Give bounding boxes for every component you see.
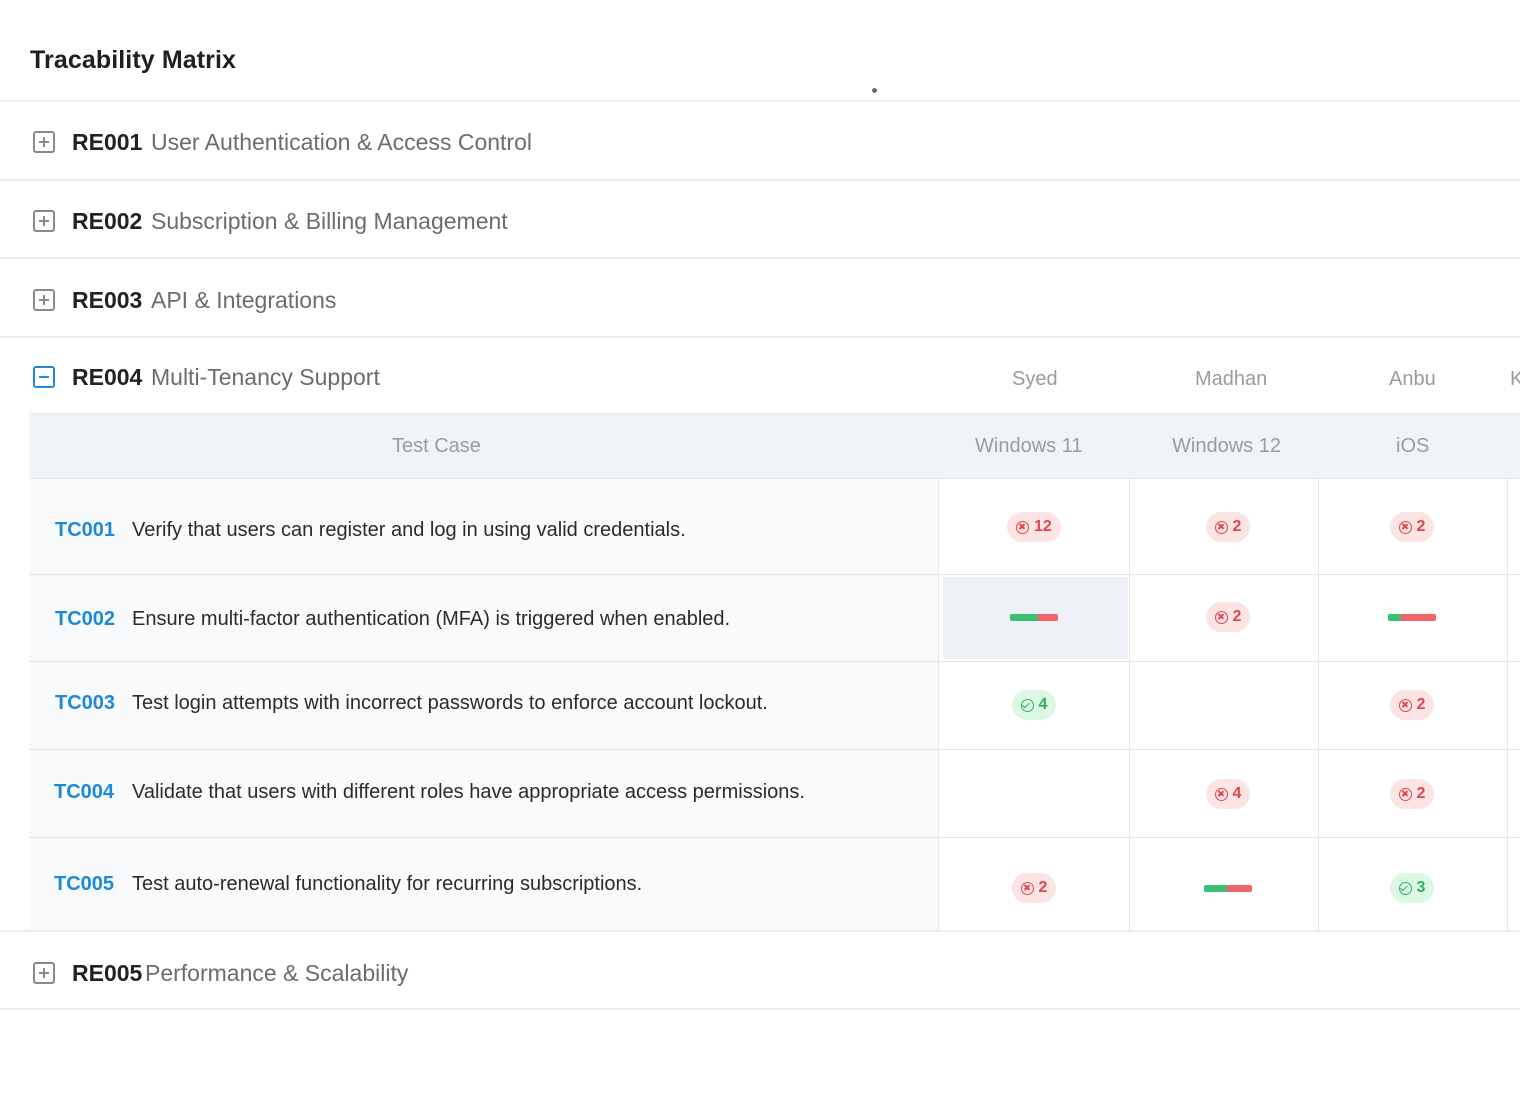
- test-case-description: Test auto-renewal functionality for recu…: [132, 873, 643, 895]
- test-case-id[interactable]: TC003: [55, 692, 115, 715]
- test-case-row[interactable]: TC003 Test login attempts with incorrect…: [29, 662, 939, 750]
- platform-header: Windows 12: [1172, 435, 1281, 457]
- x-circle-icon: [1398, 787, 1412, 801]
- result-progress-bar[interactable]: [1204, 885, 1252, 892]
- x-circle-icon: [1398, 698, 1412, 712]
- requirement-name: Subscription & Billing Management: [151, 208, 508, 234]
- requirement-code: RE003: [72, 287, 143, 313]
- x-circle-icon: [1016, 520, 1029, 534]
- pass-segment: [1010, 614, 1038, 621]
- passed-run-badge[interactable]: 3: [1389, 873, 1435, 903]
- failed-run-badge[interactable]: 2: [1389, 779, 1435, 809]
- x-circle-icon: [1214, 520, 1228, 534]
- fail-segment: [1227, 885, 1252, 892]
- run-count: 2: [1416, 518, 1426, 535]
- requirement-code: RE004: [72, 364, 143, 390]
- run-count: 4: [1038, 696, 1048, 713]
- test-case-id[interactable]: TC002: [55, 608, 115, 631]
- matrix-header: [29, 413, 1520, 479]
- test-case-row[interactable]: TC005 Test auto-renewal functionality fo…: [29, 838, 939, 931]
- failed-run-badge[interactable]: 2: [1389, 690, 1435, 720]
- test-case-id[interactable]: TC005: [54, 873, 114, 896]
- passed-run-badge[interactable]: 4: [1011, 690, 1057, 720]
- test-case-description: Verify that users can register and log i…: [132, 519, 686, 541]
- requirement-name: Performance & Scalability: [145, 960, 409, 986]
- requirement-row-re004[interactable]: RE004 Multi-Tenancy Support: [0, 338, 1520, 413]
- page-title: Tracability Matrix: [30, 46, 237, 74]
- test-case-row[interactable]: TC004 Validate that users with different…: [29, 750, 939, 838]
- grid-line: [1318, 479, 1319, 930]
- assignee-header: Anbu: [1389, 368, 1436, 390]
- grid-line: [938, 479, 939, 930]
- x-circle-icon: [1214, 610, 1228, 624]
- run-count: 2: [1232, 518, 1242, 535]
- assignee-header: Madhan: [1195, 368, 1268, 390]
- collapse-minus-icon[interactable]: [33, 366, 55, 388]
- run-count: 2: [1038, 879, 1048, 896]
- pass-segment: [1204, 885, 1227, 892]
- test-case-description: Test login attempts with incorrect passw…: [132, 692, 768, 714]
- run-count: 2: [1416, 696, 1426, 713]
- grid-line: [939, 661, 1520, 662]
- assignee-header: Syed: [1012, 368, 1058, 390]
- failed-run-badge[interactable]: 2: [1205, 512, 1251, 542]
- fail-segment: [1401, 614, 1436, 621]
- failed-run-badge[interactable]: 4: [1205, 779, 1251, 809]
- run-count: 12: [1034, 518, 1052, 535]
- requirement-code: RE005: [72, 960, 143, 986]
- result-progress-bar[interactable]: [1388, 614, 1436, 621]
- requirement-code: RE002: [72, 208, 143, 234]
- test-case-column-header: Test Case: [392, 435, 481, 457]
- requirement-row-re005[interactable]: RE005 Performance & Scalability: [0, 932, 1520, 1010]
- test-case-description: Ensure multi-factor authentication (MFA)…: [132, 608, 731, 630]
- run-count: 4: [1232, 785, 1242, 802]
- pass-segment: [1388, 614, 1401, 621]
- expand-plus-icon[interactable]: [33, 962, 55, 984]
- x-circle-icon: [1398, 520, 1412, 534]
- grid-line: [939, 837, 1520, 838]
- test-case-id[interactable]: TC004: [54, 781, 114, 804]
- grid-line: [939, 749, 1520, 750]
- test-case-description: Validate that users with different roles…: [132, 781, 805, 803]
- run-count: 2: [1416, 785, 1426, 802]
- expand-plus-icon[interactable]: [33, 289, 55, 311]
- expand-plus-icon[interactable]: [33, 210, 55, 232]
- requirement-code: RE001: [72, 129, 143, 155]
- failed-run-badge[interactable]: 2: [1389, 512, 1435, 542]
- stray-dot: [872, 88, 877, 93]
- failed-run-badge[interactable]: 2: [1011, 873, 1057, 903]
- assignee-header: K: [1510, 368, 1520, 390]
- check-circle-icon: [1020, 698, 1034, 712]
- failed-run-badge[interactable]: 12: [1007, 512, 1061, 542]
- grid-line: [1507, 479, 1508, 930]
- check-circle-icon: [1398, 881, 1412, 895]
- requirement-row-re001[interactable]: RE001 User Authentication & Access Contr…: [0, 102, 1520, 180]
- requirement-name: API & Integrations: [151, 287, 337, 313]
- requirement-row-re002[interactable]: RE002 Subscription & Billing Management: [0, 181, 1520, 259]
- test-case-row[interactable]: TC002 Ensure multi-factor authentication…: [29, 575, 939, 662]
- test-case-id[interactable]: TC001: [55, 519, 115, 542]
- platform-header: Windows 11: [975, 435, 1083, 457]
- x-circle-icon: [1020, 881, 1034, 895]
- divider: [0, 1008, 1520, 1010]
- platform-header: iOS: [1396, 435, 1430, 457]
- requirement-name: Multi-Tenancy Support: [151, 364, 380, 390]
- run-count: 2: [1232, 608, 1242, 625]
- expand-plus-icon[interactable]: [33, 131, 55, 153]
- grid-line: [939, 574, 1520, 575]
- result-progress-bar[interactable]: [1010, 614, 1058, 621]
- failed-run-badge[interactable]: 2: [1205, 602, 1251, 632]
- run-count: 3: [1416, 879, 1426, 896]
- requirement-name: User Authentication & Access Control: [151, 129, 532, 155]
- x-circle-icon: [1214, 787, 1228, 801]
- fail-segment: [1038, 614, 1058, 621]
- test-case-row[interactable]: TC001 Verify that users can register and…: [29, 479, 939, 575]
- requirement-row-re003[interactable]: RE003 API & Integrations: [0, 259, 1520, 337]
- grid-line: [1129, 479, 1130, 930]
